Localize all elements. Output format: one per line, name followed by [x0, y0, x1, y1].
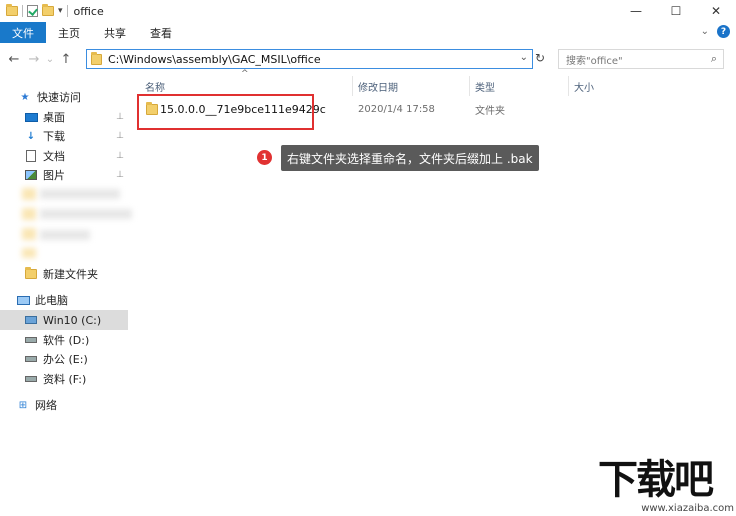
sidebar-item-label: 此电脑 — [35, 294, 68, 307]
sidebar-item-network[interactable]: ⊞ 网络 — [0, 395, 128, 415]
pin-icon[interactable]: ⊥ — [116, 170, 124, 180]
tab-share[interactable]: 共享 — [92, 22, 138, 43]
pin-icon[interactable]: ⊥ — [116, 151, 124, 161]
column-header-type[interactable]: 类型 — [475, 76, 495, 96]
divider — [66, 5, 68, 17]
watermark-logo: 下载吧 www.xiazaiba.com — [598, 458, 736, 516]
new-folder-icon[interactable] — [42, 4, 54, 16]
forward-button[interactable]: → — [24, 52, 44, 67]
column-divider[interactable] — [469, 76, 470, 96]
tab-file[interactable]: 文件 — [0, 22, 46, 43]
sidebar-item-pictures[interactable]: 图片 ⊥ — [0, 165, 128, 185]
step-badge: 1 — [257, 150, 272, 165]
sidebar-item-drive-e[interactable]: 办公 (E:) — [0, 349, 128, 369]
pictures-icon — [24, 169, 38, 181]
system-drive-icon — [24, 314, 38, 326]
highlight-box — [137, 94, 314, 130]
sidebar-item-downloads[interactable]: ↓ 下载 ⊥ — [0, 126, 128, 146]
sidebar-item-label: 软件 (D:) — [43, 334, 90, 347]
address-path[interactable]: C:\Windows\assembly\GAC_MSIL\office — [108, 53, 321, 66]
redacted-icon — [22, 208, 36, 220]
watermark-url: www.xiazaiba.com — [641, 503, 734, 514]
folder-icon — [24, 267, 38, 280]
column-header-name[interactable]: 名称 — [145, 76, 165, 96]
sidebar-item-label: 新建文件夹 — [43, 268, 98, 281]
search-box[interactable]: 搜索"office" ⌕ — [558, 49, 724, 69]
folder-icon — [91, 51, 102, 65]
sidebar-item-label: 办公 (E:) — [43, 353, 88, 366]
column-divider[interactable] — [352, 76, 353, 96]
redacted-item — [40, 189, 120, 199]
customize-toolbar-icon[interactable]: ▾ — [58, 6, 63, 16]
refresh-button[interactable]: ↻ — [535, 51, 545, 65]
up-button[interactable]: ↑ — [56, 52, 76, 67]
file-type: 文件夹 — [475, 105, 505, 117]
ribbon-right: ⌄ ? — [701, 25, 730, 38]
redacted-icon — [22, 228, 36, 240]
minimize-button[interactable]: — — [616, 0, 656, 22]
column-divider[interactable] — [568, 76, 569, 96]
sidebar-item-label: Win10 (C:) — [43, 313, 102, 327]
drive-icon — [24, 373, 38, 385]
sort-ascending-icon: ^ — [241, 69, 249, 79]
maximize-button[interactable]: ☐ — [656, 0, 696, 22]
search-icon[interactable]: ⌕ — [711, 52, 717, 66]
quick-access-toolbar: ▾ — [6, 4, 68, 17]
address-dropdown-icon[interactable]: ⌄ — [520, 52, 528, 63]
navigation-bar: ← → ⌄ ↑ C:\Windows\assembly\GAC_MSIL\off… — [0, 46, 736, 72]
window-controls: — ☐ ✕ — [616, 0, 736, 22]
column-header-date[interactable]: 修改日期 — [358, 76, 398, 96]
tab-view[interactable]: 查看 — [138, 22, 184, 43]
computer-icon — [16, 294, 30, 306]
download-icon: ↓ — [26, 130, 36, 142]
sidebar-item-drive-f[interactable]: 资料 (F:) — [0, 369, 128, 389]
tab-home[interactable]: 主页 — [46, 22, 92, 43]
sidebar-item-new-folder[interactable]: 新建文件夹 — [0, 264, 128, 284]
pin-icon[interactable]: ⊥ — [116, 112, 124, 122]
pin-icon[interactable]: ⊥ — [116, 131, 124, 141]
navigation-pane: ★ 快速访问 桌面 ⊥ ↓ 下载 ⊥ 文档 ⊥ 图片 ⊥ 新建文件夹 此电脑 W… — [0, 84, 132, 516]
title-bar: ▾ office — ☐ ✕ — [0, 0, 736, 22]
properties-icon[interactable] — [27, 5, 38, 17]
window-title: office — [73, 4, 104, 18]
ribbon-tabs: 文件 主页 共享 查看 ⌄ ? — [0, 22, 736, 43]
expand-ribbon-icon[interactable]: ⌄ — [701, 26, 709, 37]
sidebar-item-quick-access[interactable]: ★ 快速访问 — [18, 87, 128, 107]
search-input[interactable]: 搜索"office" — [566, 52, 623, 67]
sidebar-item-this-pc[interactable]: 此电脑 — [0, 290, 128, 310]
sidebar-item-label: 网络 — [35, 399, 57, 412]
network-icon: ⊞ — [18, 399, 28, 411]
sidebar-item-drive-c[interactable]: Win10 (C:) — [0, 310, 128, 330]
sidebar-item-label: 资料 (F:) — [43, 373, 87, 386]
watermark-text: 下载吧 — [598, 457, 714, 503]
desktop-icon — [24, 111, 38, 123]
recent-locations-icon[interactable]: ⌄ — [44, 54, 56, 65]
divider — [22, 5, 23, 17]
star-icon: ★ — [20, 91, 30, 103]
redacted-item — [40, 230, 90, 240]
sidebar-item-documents[interactable]: 文档 ⊥ — [0, 146, 128, 166]
sidebar-item-label: 桌面 — [43, 111, 65, 124]
redacted-icon — [22, 248, 36, 258]
sidebar-item-drive-d[interactable]: 软件 (D:) — [0, 330, 128, 350]
sidebar-item-desktop[interactable]: 桌面 ⊥ — [0, 107, 128, 127]
redacted-icon — [22, 188, 36, 200]
redacted-item — [40, 209, 132, 219]
close-button[interactable]: ✕ — [696, 0, 736, 22]
document-icon — [24, 150, 38, 162]
back-button[interactable]: ← — [4, 52, 24, 67]
address-bar[interactable]: C:\Windows\assembly\GAC_MSIL\office ⌄ — [86, 49, 533, 69]
instruction-tooltip: 右键文件夹选择重命名，文件夹后缀加上 .bak — [281, 145, 539, 171]
sidebar-item-label: 图片 — [43, 169, 65, 182]
sidebar-item-label: 快速访问 — [37, 91, 81, 104]
folder-icon — [6, 4, 18, 16]
column-header-size[interactable]: 大小 — [574, 76, 594, 96]
drive-icon — [24, 334, 38, 346]
sidebar-item-label: 下载 — [43, 130, 65, 143]
help-icon[interactable]: ? — [717, 25, 730, 38]
sidebar-item-label: 文档 — [43, 150, 65, 163]
drive-icon — [24, 353, 38, 365]
file-date: 2020/1/4 17:58 — [358, 103, 435, 115]
